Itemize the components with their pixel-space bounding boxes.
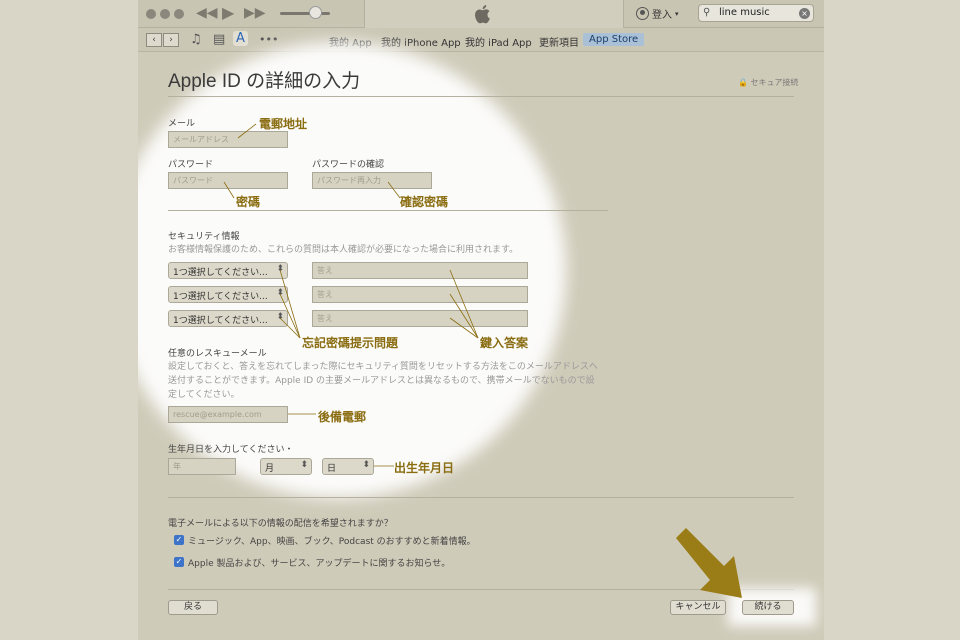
rescue-email-annotation: 後備電郵: [318, 410, 367, 424]
secure-connection: 🔒 セキュア接続: [738, 77, 798, 88]
itunes-window: ◀◀ ▶ ▶▶ 登入 ▾ ⚲ line music × ‹ › ♫ ▤ A ••…: [138, 0, 824, 640]
title-divider: [168, 96, 794, 97]
email-label: メール: [168, 119, 196, 129]
confirm-password-annotation: 確認密碼: [400, 195, 449, 209]
page-title: Apple ID の詳細の入力: [168, 71, 361, 92]
security-answers-annotation: 鍵入答案: [480, 336, 529, 350]
security-answer-1[interactable]: 答え: [312, 262, 528, 279]
password-annotation: 密碼: [236, 195, 261, 209]
tab-my-apps[interactable]: 我的 App: [329, 34, 372, 49]
search-input-value: line music: [719, 7, 770, 18]
stepper-icon: ⬍: [276, 264, 284, 274]
rescue-note-line: 定してください。: [168, 390, 240, 400]
question-1-value: 1つ選択してください...: [173, 268, 268, 278]
back-button[interactable]: 戻る: [168, 600, 218, 615]
confirm-password-label: パスワードの確認: [312, 160, 385, 170]
security-answer-3[interactable]: 答え: [312, 310, 528, 327]
rescue-email-label: 任意のレスキューメール: [168, 349, 267, 359]
birthday-label: 生年月日を入力してください・: [168, 445, 294, 455]
email-field[interactable]: メールアドレス: [168, 131, 288, 148]
question-2-value: 1つ選択してください...: [173, 292, 268, 302]
tab-my-iphone-apps[interactable]: 我的 iPhone App: [381, 34, 461, 49]
rescue-email-note: 設定しておくと、答えを忘れてしまった際にセキュリティ質問をリセットする方法をこの…: [168, 360, 598, 402]
app-store-icon[interactable]: A: [233, 31, 248, 46]
birth-day-value: 日: [327, 464, 337, 474]
birth-day-select[interactable]: 日 ⬍: [322, 458, 374, 475]
volume-slider[interactable]: [280, 12, 330, 15]
security-info-label: セキュリティ情報: [168, 232, 240, 242]
left-margin: [0, 0, 138, 640]
fast-forward-icon[interactable]: ▶▶: [244, 5, 266, 21]
stepper-icon: ⬍: [362, 460, 370, 470]
arrow-pointer-icon: [676, 528, 742, 598]
clear-search-icon[interactable]: ×: [799, 8, 810, 19]
volume-knob[interactable]: [309, 6, 322, 19]
more-icon[interactable]: •••: [259, 33, 278, 46]
rescue-email-field[interactable]: rescue@example.com: [168, 406, 288, 423]
back-nav-button[interactable]: ‹: [146, 33, 162, 47]
birth-month-value: 月: [265, 464, 275, 474]
title-bar: ◀◀ ▶ ▶▶ 登入 ▾ ⚲ line music ×: [138, 0, 824, 28]
continue-button[interactable]: 続ける: [742, 600, 794, 615]
newsletter-question: 電子メールによる以下の情報の配信を希望されますか？: [168, 519, 393, 529]
newsletter-option-2: Apple 製品および、サービス、アップデートに関するお知らせ。: [188, 559, 451, 569]
security-question-2[interactable]: 1つ選択してください... ⬍: [168, 286, 288, 303]
tab-updates[interactable]: 更新項目: [539, 34, 579, 49]
stepper-icon: ⬍: [276, 312, 284, 322]
question-3-value: 1つ選択してください...: [173, 316, 268, 326]
security-answer-2[interactable]: 答え: [312, 286, 528, 303]
security-question-3[interactable]: 1つ選択してください... ⬍: [168, 310, 288, 327]
rescue-note-line: 設定しておくと、答えを忘れてしまった際にセキュリティ質問をリセットする方法をこの…: [168, 362, 598, 372]
tab-app-store[interactable]: App Store: [583, 33, 645, 46]
stepper-icon: ⬍: [276, 288, 284, 298]
login-label: 登入: [652, 10, 672, 21]
movie-icon[interactable]: ▤: [213, 32, 225, 47]
status-display: [364, 0, 624, 28]
play-icon[interactable]: ▶: [222, 3, 234, 22]
security-question-1[interactable]: 1つ選択してください... ⬍: [168, 262, 288, 279]
chevron-down-icon: ▾: [675, 9, 679, 18]
email-annotation: 電郵地址: [259, 117, 308, 131]
stepper-icon: ⬍: [300, 460, 308, 470]
password-field[interactable]: パスワード: [168, 172, 288, 189]
apple-icon: [475, 5, 490, 24]
music-icon[interactable]: ♫: [190, 32, 202, 47]
password-label: パスワード: [168, 160, 214, 170]
newsletter-option-1: ミュージック、App、映画、ブック、Podcast のおすすめと新着情報。: [188, 537, 476, 547]
rescue-note-line: 送付することができます。Apple ID の主要メールアドレスとは異なるもので、…: [168, 376, 595, 386]
section-divider: [168, 210, 608, 211]
confirm-password-field[interactable]: パスワード再入力: [312, 172, 432, 189]
secure-connection-label: セキュア接続: [750, 78, 799, 87]
right-margin: [824, 0, 960, 640]
login-button[interactable]: 登入 ▾: [636, 6, 679, 21]
security-questions-annotation: 忘記密碼提示問題: [302, 336, 399, 350]
lock-icon: 🔒: [738, 78, 748, 87]
close-window-button[interactable]: [146, 9, 156, 19]
minimize-window-button[interactable]: [160, 9, 170, 19]
rewind-icon[interactable]: ◀◀: [196, 5, 218, 21]
birthday-annotation: 出生年月日: [394, 461, 455, 475]
toolbar: ‹ › ♫ ▤ A ••• 我的 App 我的 iPhone App 我的 iP…: [138, 28, 824, 52]
newsletter-checkbox-2[interactable]: ✓: [174, 557, 184, 567]
newsletter-divider: [168, 497, 794, 498]
newsletter-checkbox-1[interactable]: ✓: [174, 535, 184, 545]
forward-nav-button[interactable]: ›: [163, 33, 179, 47]
security-info-note: お客様情報保護のため、これらの質問は本人確認が必要になった場合に利用されます。: [168, 245, 519, 255]
search-icon: ⚲: [703, 7, 711, 18]
user-icon: [636, 7, 649, 20]
birth-year-field[interactable]: 年: [168, 458, 236, 475]
tab-my-ipad-apps[interactable]: 我的 iPad App: [465, 34, 532, 49]
zoom-window-button[interactable]: [174, 9, 184, 19]
search-field[interactable]: ⚲ line music ×: [698, 4, 814, 22]
birth-month-select[interactable]: 月 ⬍: [260, 458, 312, 475]
